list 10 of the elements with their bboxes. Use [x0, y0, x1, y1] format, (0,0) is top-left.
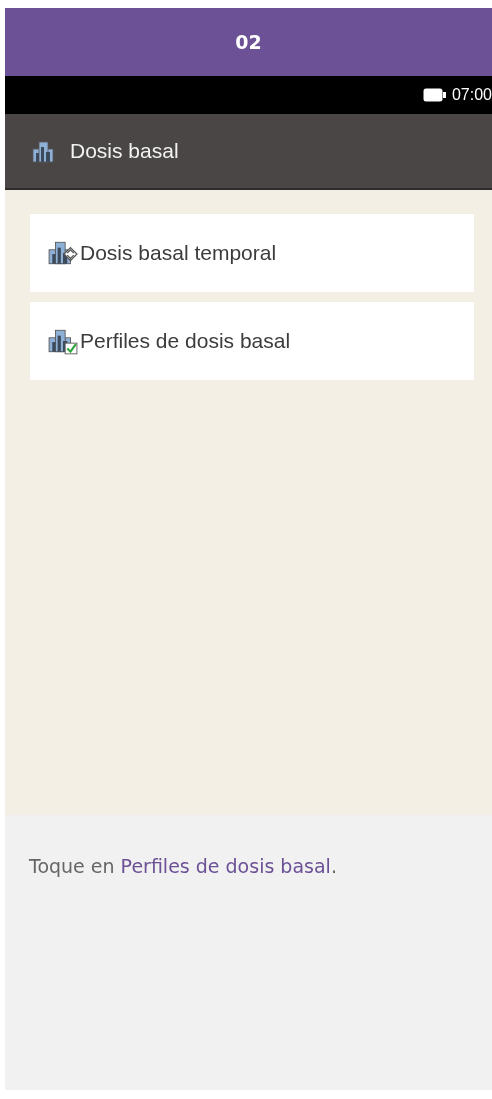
screen-title: Dosis basal	[70, 139, 179, 163]
menu-item[interactable]: Perfiles de dosis basal	[30, 302, 474, 380]
instruction-text: Toque en Perfiles de dosis basal.	[29, 855, 338, 877]
bar-chart-icon	[32, 139, 56, 163]
step-number: 02	[235, 31, 262, 53]
clock-time: 07:00	[451, 86, 492, 104]
battery-icon	[422, 88, 447, 102]
chart-checkbox-icon	[48, 327, 78, 355]
menu-item[interactable]: Dosis basal temporal	[30, 214, 474, 292]
chart-diamond-icon	[48, 239, 78, 267]
